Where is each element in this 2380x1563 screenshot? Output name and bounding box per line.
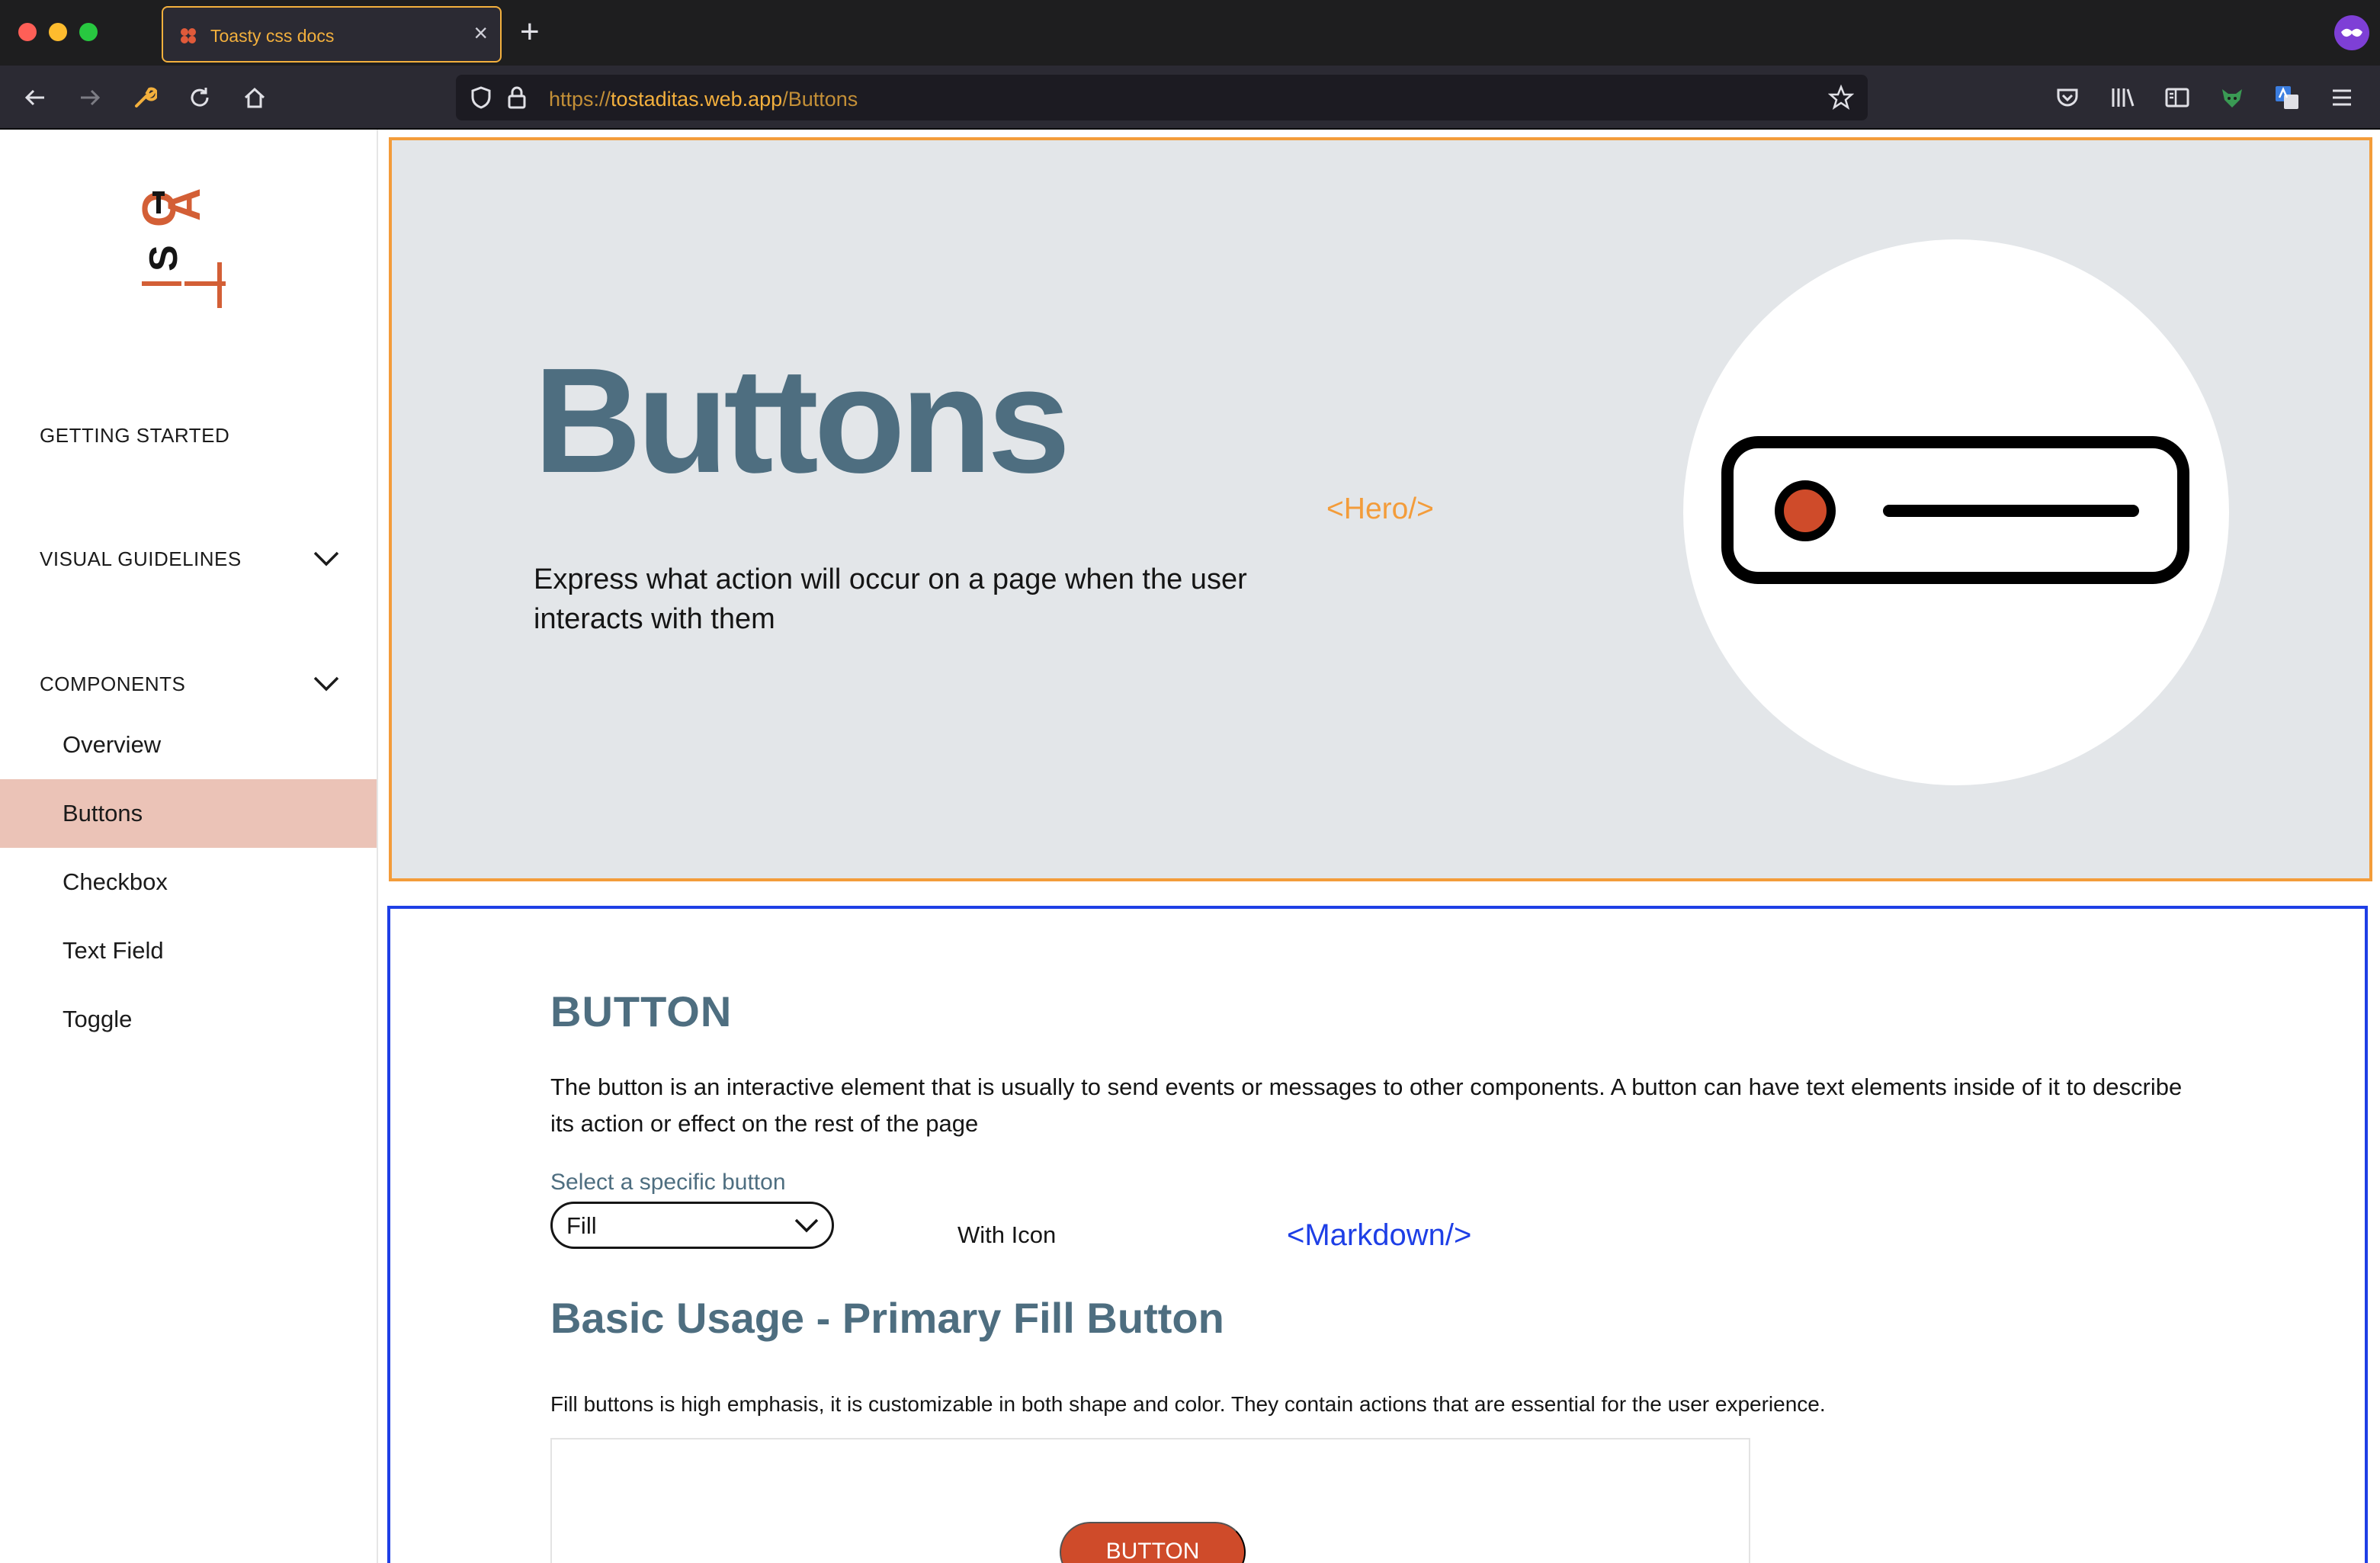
forward-arrow-icon[interactable] [75, 82, 105, 113]
sidebar-item-buttons[interactable]: Buttons [0, 779, 377, 848]
chevron-down-icon[interactable] [313, 676, 340, 692]
page-title: Buttons [534, 337, 1070, 504]
usage-heading: Basic Usage - Primary Fill Button [550, 1294, 1224, 1342]
button-demo-box: BUTTON [550, 1438, 1750, 1563]
sidebar: A O S GETTING STARTED VISUAL GUIDELINES … [0, 130, 378, 1563]
private-browsing-mask-icon[interactable] [2334, 15, 2369, 50]
reload-icon[interactable] [184, 82, 215, 113]
library-icon[interactable] [2107, 82, 2138, 113]
url-host: tostaditas.web.app [611, 88, 783, 111]
minimize-window-button[interactable] [49, 23, 67, 41]
markdown-component-tag: <Markdown/> [1287, 1218, 1472, 1252]
wrench-icon[interactable] [130, 82, 160, 113]
bookmark-star-icon[interactable] [1828, 85, 1854, 111]
browser-titlebar: Toasty css docs × + [0, 0, 2380, 66]
url-text[interactable]: https://tostaditas.web.app/Buttons [549, 88, 858, 111]
select-button-label: Select a specific button [550, 1170, 786, 1195]
close-window-button[interactable] [18, 23, 37, 41]
url-bar[interactable]: https://tostaditas.web.app/Buttons [456, 75, 1868, 120]
sidebar-item-overview[interactable]: Overview [0, 711, 377, 779]
chevron-down-icon [794, 1218, 819, 1233]
sidebar-section-getting-started[interactable]: GETTING STARTED [40, 424, 229, 448]
section-description: The button is an interactive element tha… [550, 1074, 2183, 1137]
sidebar-item-checkbox[interactable]: Checkbox [0, 848, 377, 916]
section-heading: BUTTON [550, 987, 733, 1035]
shield-icon[interactable] [470, 85, 492, 110]
sidebar-section-components[interactable]: COMPONENTS [40, 672, 185, 696]
usage-description: Fill buttons is high emphasis, it is cus… [550, 1392, 1826, 1416]
markdown-section: BUTTON The button is an interactive elem… [387, 906, 2368, 1563]
tab-title: Toasty css docs [210, 26, 335, 46]
toasty-logo[interactable]: A O S [136, 186, 242, 316]
extension-fox-icon[interactable] [2217, 82, 2247, 113]
select-value: Fill [566, 1212, 597, 1239]
sidebar-item-text-field[interactable]: Text Field [0, 916, 377, 985]
svg-text:S: S [142, 245, 186, 271]
lock-icon[interactable] [506, 85, 528, 110]
hero-component-tag: <Hero/> [1326, 493, 1434, 525]
sidebar-item-toggle[interactable]: Toggle [0, 985, 377, 1054]
maximize-window-button[interactable] [79, 23, 98, 41]
reader-view-icon[interactable] [2162, 82, 2192, 113]
demo-fill-button[interactable]: BUTTON [1060, 1522, 1246, 1563]
tab-close-icon[interactable]: × [473, 21, 488, 45]
toast-favicon-icon [181, 28, 196, 43]
hero-section: Buttons Express what action will occur o… [389, 137, 2372, 881]
chevron-down-icon[interactable] [313, 550, 340, 567]
browser-tab-active[interactable]: Toasty css docs × [162, 6, 502, 63]
browser-toolbar: https://tostaditas.web.app/Buttons [0, 66, 2380, 130]
button-illustration-icon [1721, 436, 2189, 584]
translate-icon[interactable] [2272, 82, 2302, 113]
back-arrow-icon[interactable] [20, 82, 50, 113]
hero-subtitle: Express what action will occur on a page… [534, 563, 1247, 635]
hero-illustration [1683, 239, 2229, 785]
new-tab-button[interactable]: + [520, 15, 540, 49]
hamburger-menu-icon[interactable] [2327, 82, 2357, 113]
pocket-icon[interactable] [2052, 82, 2083, 113]
with-icon-option[interactable]: With Icon [957, 1221, 1056, 1249]
button-type-select[interactable]: Fill [550, 1202, 834, 1249]
url-scheme: https:// [549, 88, 611, 111]
home-icon[interactable] [239, 82, 270, 113]
url-path: /Buttons [782, 88, 858, 111]
sidebar-section-visual-guidelines[interactable]: VISUAL GUIDELINES [40, 547, 242, 571]
